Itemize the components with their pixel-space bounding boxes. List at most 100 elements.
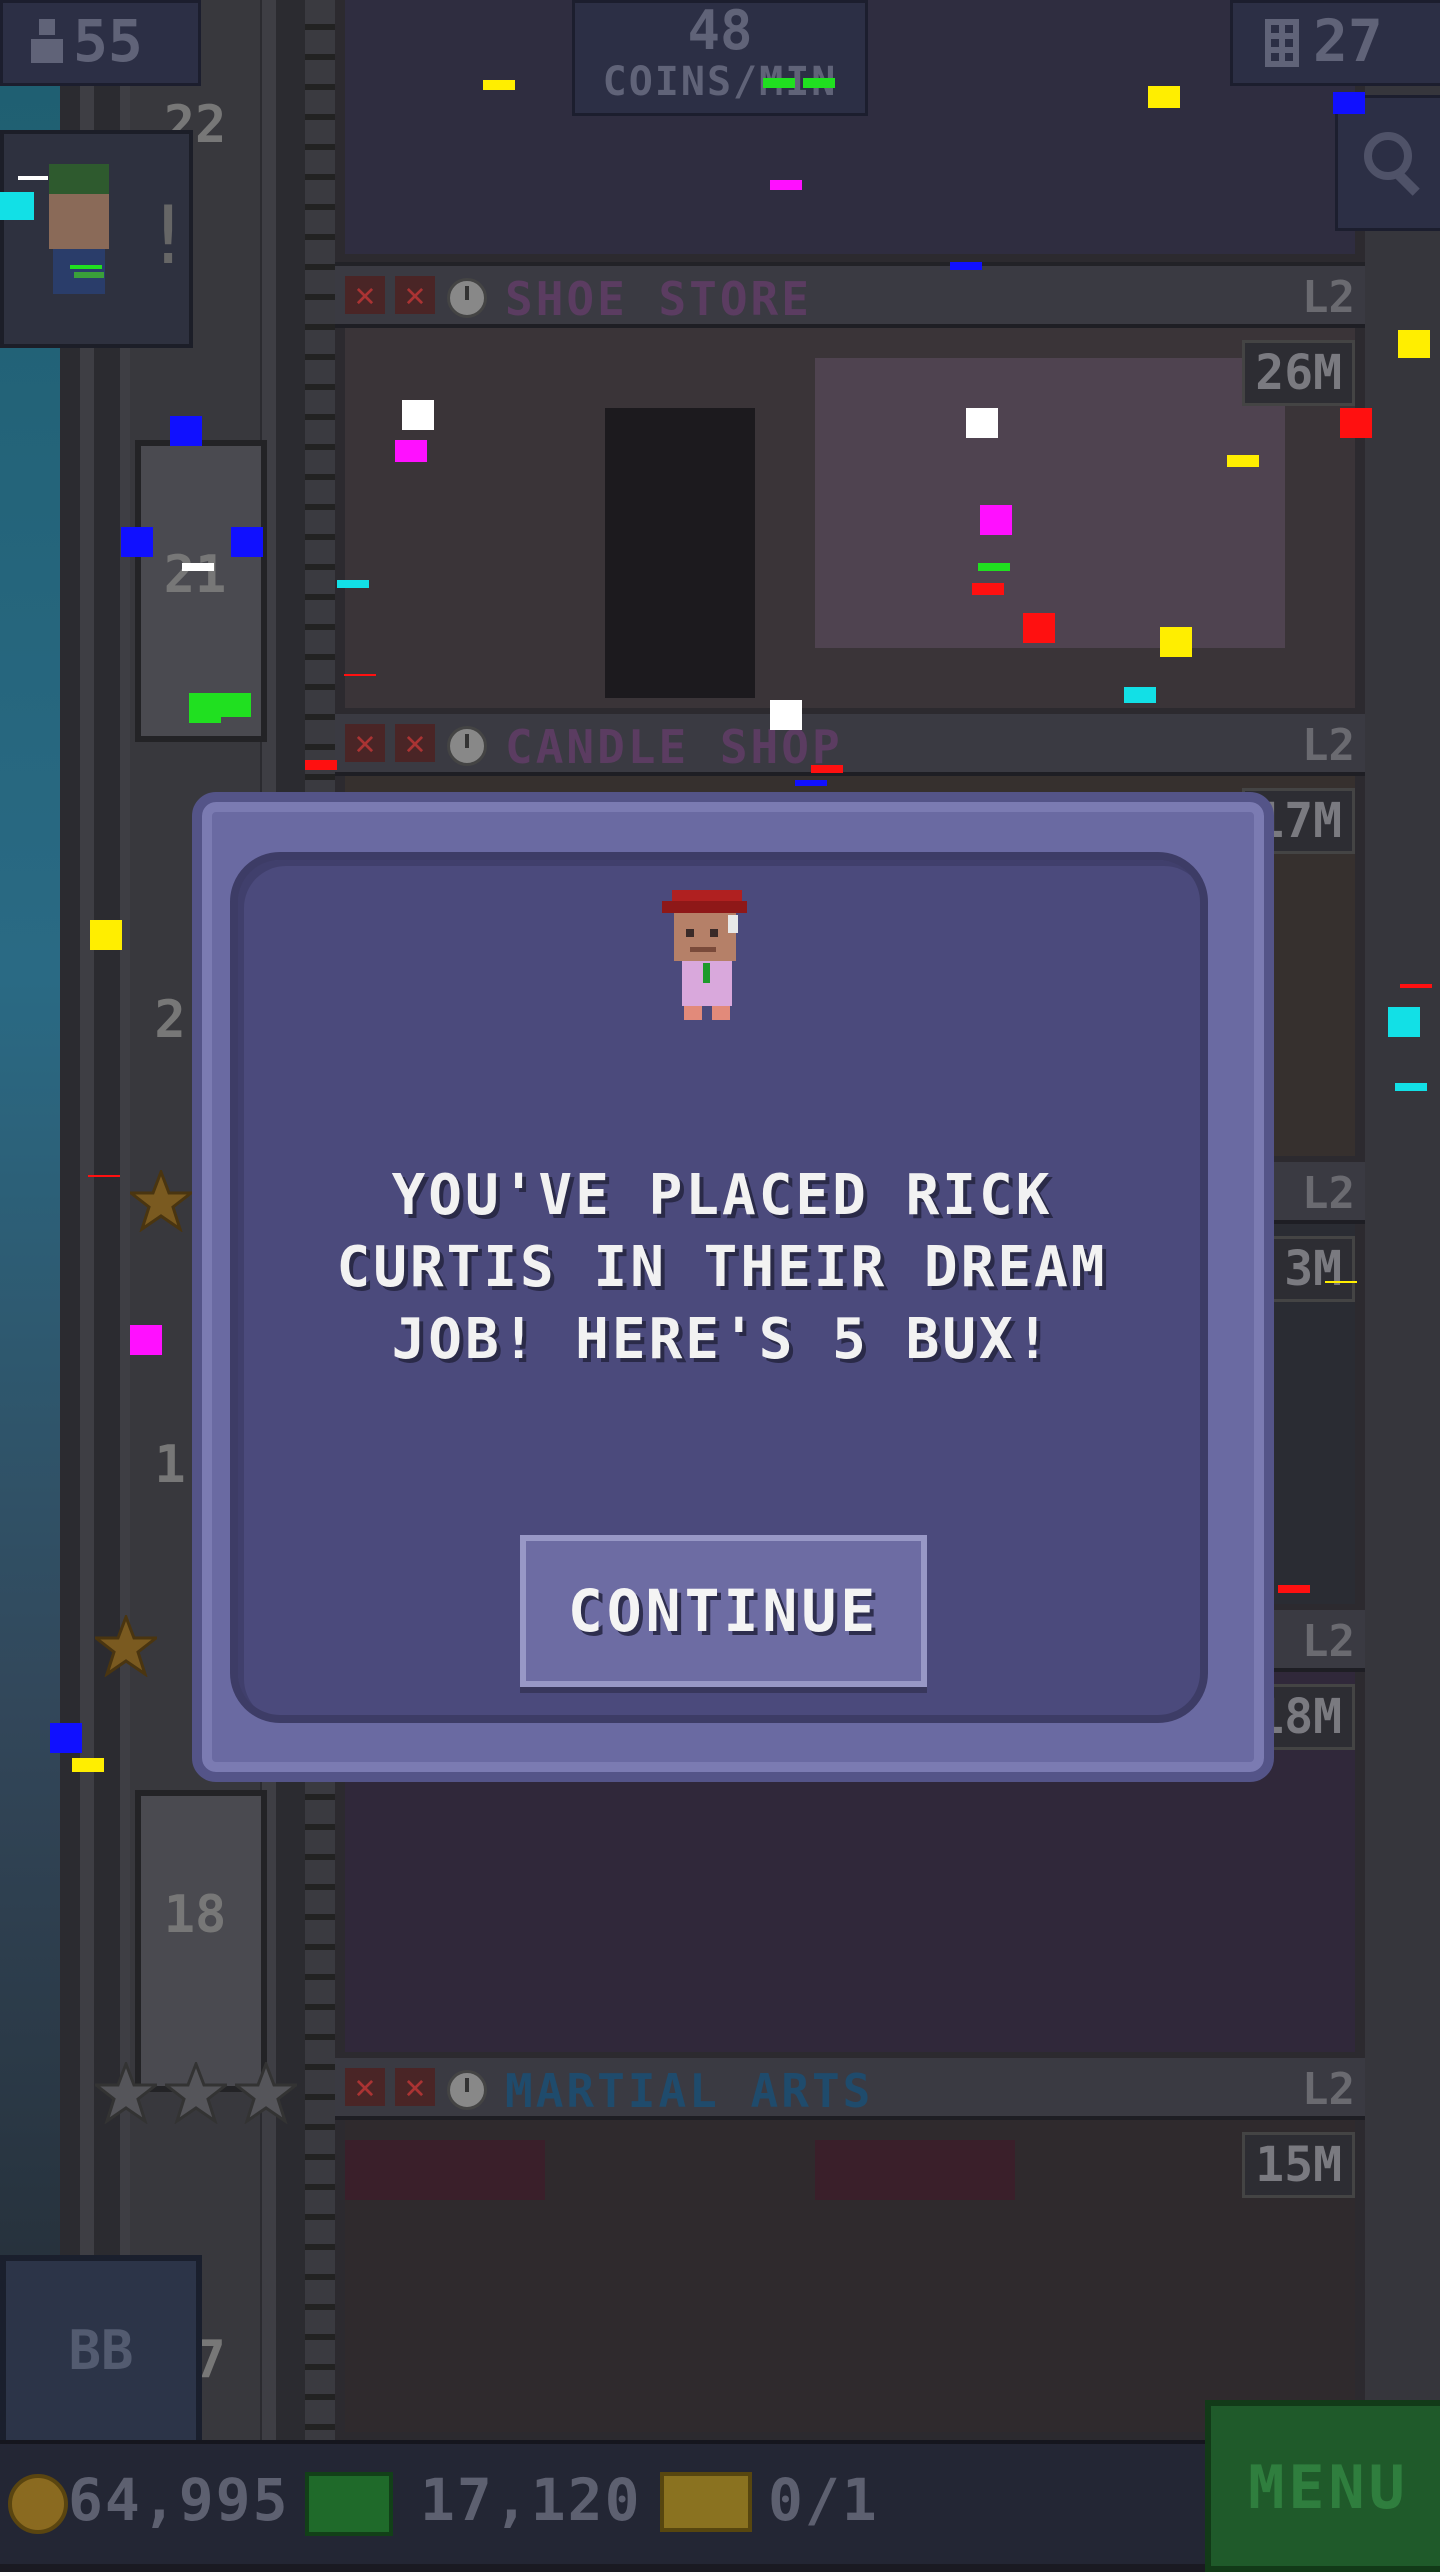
floor-cost: 3M xyxy=(1271,1236,1355,1302)
building-wall xyxy=(1365,0,1440,2440)
star-icon xyxy=(235,2062,297,2124)
floor-level: L2 xyxy=(1302,1168,1355,1219)
confetti-square xyxy=(130,1325,162,1355)
confetti-square xyxy=(18,176,48,180)
confetti-square xyxy=(972,583,1004,595)
confetti-square xyxy=(770,180,802,190)
clock-icon xyxy=(447,726,487,766)
confetti-square xyxy=(70,265,102,269)
person-icon xyxy=(31,19,63,63)
confetti-square xyxy=(950,262,982,270)
confetti-square xyxy=(1148,86,1180,108)
floor-header: ✕ ✕ MARTIAL ARTS L2 xyxy=(335,2058,1365,2120)
confetti-square xyxy=(189,693,221,723)
confetti-square xyxy=(483,80,515,90)
room-furniture xyxy=(605,408,755,698)
confetti-square xyxy=(344,674,376,676)
x-icon: ✕ xyxy=(345,724,385,762)
star-icon xyxy=(165,2062,227,2124)
confetti-square xyxy=(402,400,434,430)
confetti-square xyxy=(90,920,122,950)
x-icon: ✕ xyxy=(345,276,385,314)
confetti-square xyxy=(803,78,835,88)
floor-level: L2 xyxy=(1302,2064,1355,2115)
elevator-floor-number: 2 xyxy=(154,990,186,1050)
coins-value: 64,995 xyxy=(68,2466,290,2534)
confetti-square xyxy=(811,765,843,773)
confetti-square xyxy=(1325,1281,1357,1283)
x-icon: ✕ xyxy=(395,2068,435,2106)
confetti-square xyxy=(1398,330,1430,358)
coins-per-minute: 48 COINS/MIN xyxy=(572,0,868,116)
star-icon xyxy=(95,2062,157,2124)
floor-interior xyxy=(345,328,1355,708)
floors-value: 27 xyxy=(1313,7,1383,75)
x-icon: ✕ xyxy=(395,276,435,314)
game-scene: 22 21 2 1 18 7 ✕ ✕ SHOE STORE L2 26M ✕ ✕ xyxy=(0,0,1440,2572)
confetti-square xyxy=(1278,1585,1310,1593)
rick-curtis-character xyxy=(662,890,747,1020)
alert-indicator: ! xyxy=(144,189,193,282)
confetti-square xyxy=(770,700,802,730)
room-furniture xyxy=(815,2140,1015,2200)
sky-background xyxy=(0,0,60,2440)
confetti-square xyxy=(1395,1083,1427,1091)
floor-shoe-store[interactable]: ✕ ✕ SHOE STORE L2 26M xyxy=(335,266,1365,716)
confetti-square xyxy=(1333,92,1365,114)
tickets-value: 0/1 xyxy=(768,2466,879,2534)
search-button[interactable] xyxy=(1335,95,1440,231)
clock-icon xyxy=(447,2070,487,2110)
population-value: 55 xyxy=(73,7,143,75)
confetti-square xyxy=(72,1758,104,1772)
population-counter[interactable]: 55 xyxy=(0,0,201,86)
floor-interior xyxy=(345,2120,1355,2432)
room-furniture xyxy=(815,358,1285,648)
continue-button[interactable]: CONTINUE xyxy=(520,1535,927,1687)
floor-level: L2 xyxy=(1302,1616,1355,1667)
floor-cost: 26M xyxy=(1242,340,1355,406)
star-icon xyxy=(130,1170,192,1232)
confetti-square xyxy=(980,505,1012,535)
confetti-square xyxy=(1124,687,1156,703)
coin-icon xyxy=(8,2474,68,2534)
search-icon xyxy=(1364,132,1420,196)
floor-name: SHOE STORE xyxy=(505,272,812,326)
confetti-square xyxy=(219,693,251,717)
bb-button[interactable]: BB xyxy=(0,2255,202,2447)
confetti-square xyxy=(0,192,34,220)
confetti-square xyxy=(966,408,998,438)
floor-cost: 15M xyxy=(1242,2132,1355,2198)
elevator-rail xyxy=(80,0,94,2440)
confetti-square xyxy=(1340,408,1372,438)
x-icon: ✕ xyxy=(395,724,435,762)
bux-icon xyxy=(305,2472,393,2536)
room-furniture xyxy=(345,2140,545,2200)
menu-button[interactable]: MENU xyxy=(1205,2400,1440,2572)
x-icon: ✕ xyxy=(345,2068,385,2106)
confetti-square xyxy=(1160,627,1192,657)
bux-value: 17,120 xyxy=(420,2466,642,2534)
confetti-square xyxy=(337,580,369,588)
ticket-icon xyxy=(660,2472,752,2532)
elevator-floor-number: 1 xyxy=(154,1435,186,1495)
confetti-square xyxy=(1023,613,1055,643)
confetti-square xyxy=(50,1723,82,1753)
floors-counter[interactable]: 27 xyxy=(1230,0,1440,86)
confetti-square xyxy=(978,563,1010,571)
confetti-square xyxy=(795,780,827,786)
avatar[interactable]: ! xyxy=(0,130,193,348)
confetti-square xyxy=(170,416,202,446)
elevator-floor-number: 21 xyxy=(163,545,227,605)
confetti-square xyxy=(1388,1007,1420,1037)
confetti-square xyxy=(88,1175,120,1177)
confetti-square xyxy=(231,527,263,557)
confetti-square xyxy=(182,563,214,571)
floor-martial-arts[interactable]: ✕ ✕ MARTIAL ARTS L2 15M xyxy=(335,2058,1365,2440)
floor-header: ✕ ✕ CANDLE SHOP L2 xyxy=(335,714,1365,776)
coins-rate-value: 48 xyxy=(687,0,753,62)
clock-icon xyxy=(447,278,487,318)
star-icon xyxy=(95,1615,157,1677)
confetti-square xyxy=(121,527,153,557)
confetti-square xyxy=(1400,984,1432,988)
floor-level: L2 xyxy=(1302,720,1355,771)
